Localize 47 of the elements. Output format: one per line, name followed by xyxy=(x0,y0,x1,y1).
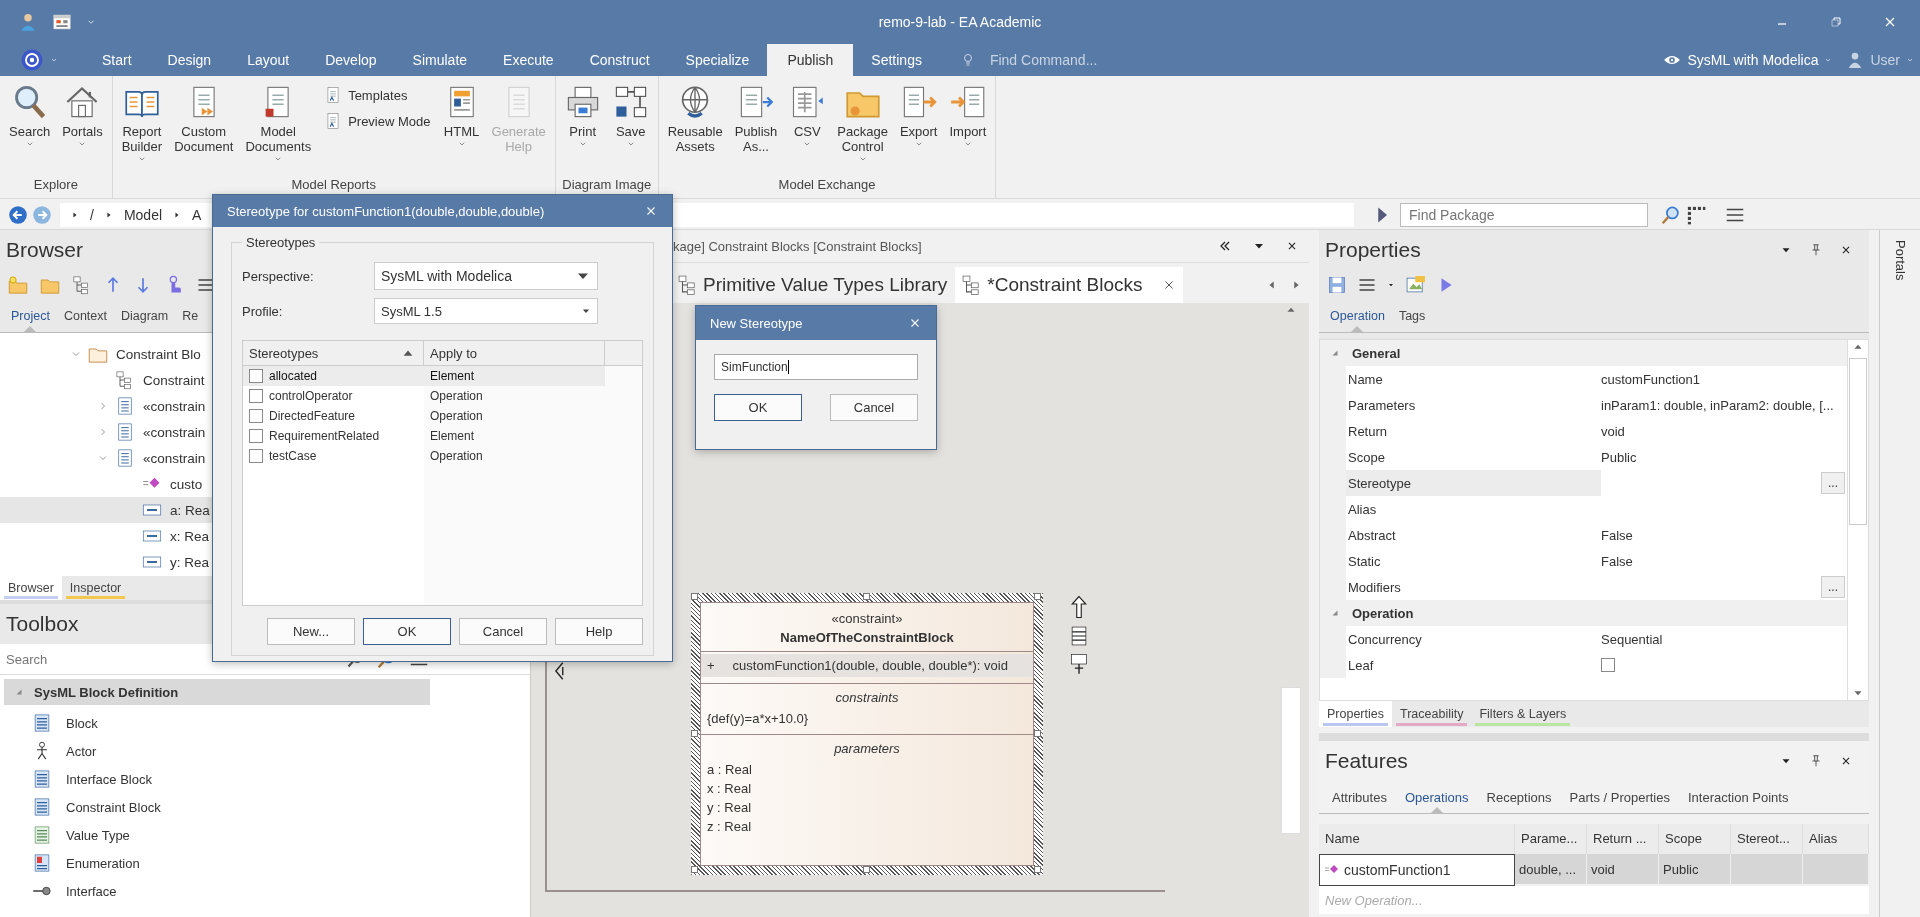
table-cell: double, ... xyxy=(1515,854,1587,884)
section-header: General xyxy=(1352,345,1401,361)
table-cell: testCase xyxy=(269,449,317,463)
dialog-title: New Stereotype xyxy=(710,315,803,331)
panel-title: Properties xyxy=(1324,237,1421,263)
group-label: Diagram Image xyxy=(561,176,653,194)
property-value: customFunction1 xyxy=(1601,371,1700,387)
block-name: NameOfTheConstraintBlock xyxy=(780,630,954,645)
property-value: False xyxy=(1601,527,1633,543)
table-cell-text: Operation xyxy=(429,388,483,405)
compartment-line: a : Real xyxy=(706,761,753,779)
compartment-line: x : Real xyxy=(706,780,753,798)
table-cell: Public xyxy=(1659,854,1731,884)
table-cell-text: Operation xyxy=(429,408,483,425)
group-label: Model Reports xyxy=(290,176,377,194)
table-cell-text: Operation xyxy=(429,448,483,465)
property-value: inParam1: double, inParam2: double, [... xyxy=(1601,397,1834,413)
property-value: Sequential xyxy=(1601,631,1663,647)
table-cell-text: Element xyxy=(429,428,475,445)
window-title: remo-9-lab - EA Academic xyxy=(878,14,1042,30)
dialog-title: Stereotype for customFunction1(double,double,double) xyxy=(227,203,545,219)
field-label: Perspective: xyxy=(242,268,315,284)
compartment-title: constraints xyxy=(834,689,900,707)
table-cell-text: Element xyxy=(429,368,475,385)
field-label: Profile: xyxy=(242,303,284,319)
table-cell: controlOperator xyxy=(269,389,353,403)
table-cell: DirectedFeature xyxy=(269,409,356,423)
property-value: False xyxy=(1601,553,1633,569)
panel-title: Browser xyxy=(5,237,84,263)
group-label: Model Exchange xyxy=(777,176,877,194)
table-cell: allocated xyxy=(269,369,318,383)
property-value: void xyxy=(1601,423,1625,439)
diagram-path: kage] Constraint Blocks [Constraint Blocks] xyxy=(673,238,922,254)
section-header: Operation xyxy=(1352,605,1414,621)
block-stereotype: «constraint» xyxy=(831,611,903,626)
group-label: Stereotypes xyxy=(245,235,317,250)
table-cell: RequirementRelated xyxy=(269,429,380,443)
property-value: Public xyxy=(1601,449,1637,465)
panel-title: Toolbox xyxy=(5,611,79,637)
panel-title: Features xyxy=(1324,748,1408,774)
compartment-title: parameters xyxy=(833,740,901,758)
group-label: Explore xyxy=(32,176,79,194)
table-cell: void xyxy=(1587,854,1659,884)
compartment-line: z : Real xyxy=(706,818,753,836)
table-cell: customFunction1 xyxy=(1319,854,1515,886)
compartment-line: y : Real xyxy=(706,799,753,817)
compartment-line: {def(y)=a*x+10.0} xyxy=(706,710,810,728)
